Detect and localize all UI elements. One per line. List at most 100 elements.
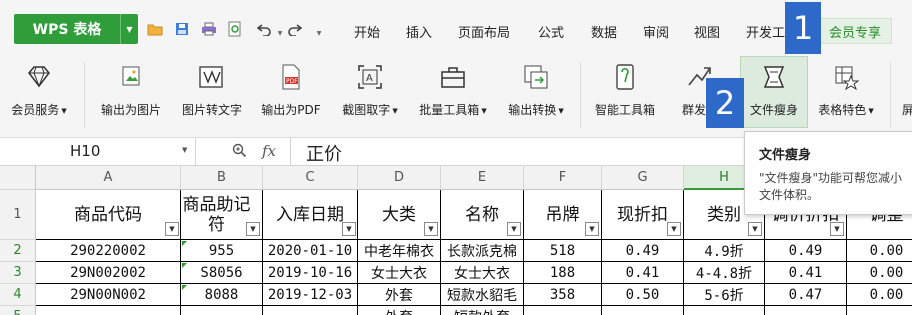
screen-button[interactable]: 屏: [896, 56, 912, 138]
name-box[interactable]: H10 ▼: [0, 138, 196, 165]
table-cell[interactable]: 4-4.8折: [684, 262, 765, 284]
row-header[interactable]: 1: [0, 190, 36, 240]
filter-dropdown-icon[interactable]: ▼: [585, 222, 599, 236]
table-cell[interactable]: 女士大衣: [358, 262, 441, 284]
table-cell[interactable]: 0.47: [765, 284, 847, 306]
fx-icon[interactable]: fx: [262, 142, 276, 160]
batch-toolbox-button[interactable]: 批量工具箱 ▼: [410, 56, 496, 138]
column-header-d[interactable]: D: [358, 166, 441, 190]
table-cell[interactable]: 外套: [358, 284, 441, 306]
open-folder-icon[interactable]: [146, 20, 164, 38]
export-image-button[interactable]: 输出为图片: [92, 56, 170, 138]
table-cell[interactable]: 0.00: [847, 240, 912, 262]
formula-input[interactable]: 正价: [306, 140, 342, 166]
table-cell[interactable]: 29N002002: [36, 262, 181, 284]
tab-home[interactable]: 开始: [354, 22, 380, 41]
table-cell[interactable]: 0.00: [847, 262, 912, 284]
screenshot-text-button[interactable]: A 截图取字 ▼: [332, 56, 408, 138]
table-cell[interactable]: [847, 306, 912, 315]
header-category: 大类: [382, 204, 416, 225]
tab-formulas[interactable]: 公式: [538, 22, 564, 41]
wps-app-menu-button[interactable]: WPS 表格 ▼: [14, 14, 138, 44]
table-cell[interactable]: 8088: [181, 284, 263, 306]
filter-dropdown-icon[interactable]: ▼: [165, 222, 179, 236]
row-header[interactable]: 3: [0, 262, 36, 284]
tab-data[interactable]: 数据: [591, 22, 617, 41]
table-cell[interactable]: 188: [524, 262, 602, 284]
export-pdf-button[interactable]: PDF 输出为PDF: [252, 56, 330, 138]
member-service-button[interactable]: 会员服务 ▼: [4, 56, 74, 138]
table-cell[interactable]: 4.9折: [684, 240, 765, 262]
table-cell[interactable]: 0.49: [765, 240, 847, 262]
table-cell[interactable]: [524, 306, 602, 315]
table-cell[interactable]: [36, 306, 181, 315]
table-cell[interactable]: 955: [181, 240, 263, 262]
tab-insert[interactable]: 插入: [406, 22, 432, 41]
tab-view[interactable]: 视图: [694, 22, 720, 41]
zoom-icon[interactable]: [232, 143, 247, 162]
table-cell[interactable]: 29N00N002: [36, 284, 181, 306]
file-slim-button[interactable]: 文件瘦身: [740, 56, 808, 138]
print-icon[interactable]: [200, 20, 218, 38]
header-cell[interactable]: 商品代码: [36, 190, 181, 240]
print-preview-icon[interactable]: [226, 20, 244, 38]
ribbon-divider: [84, 62, 85, 128]
filter-dropdown-icon[interactable]: ▼: [748, 222, 762, 236]
table-cell[interactable]: [263, 306, 358, 315]
table-cell[interactable]: 290220002: [36, 240, 181, 262]
output-convert-button[interactable]: 输出转换 ▼: [498, 56, 574, 138]
table-feature-button[interactable]: 表格特色 ▼: [808, 56, 884, 138]
table-cell[interactable]: 2019-10-16: [263, 262, 358, 284]
row-header[interactable]: 4: [0, 284, 36, 306]
table-cell[interactable]: 518: [524, 240, 602, 262]
more-icon[interactable]: ▼: [310, 24, 328, 42]
column-header-c[interactable]: C: [263, 166, 358, 190]
header-product-mnemonic: 商品助记符: [182, 194, 251, 235]
table-cell[interactable]: [765, 306, 847, 315]
table-cell[interactable]: 0.49: [602, 240, 684, 262]
chevron-down-icon[interactable]: ▼: [120, 14, 138, 44]
smart-toolbox-button[interactable]: 智能工具箱: [586, 56, 664, 138]
tab-member-exclusive[interactable]: 会员专享: [818, 18, 892, 44]
table-cell[interactable]: [684, 306, 765, 315]
filter-dropdown-icon[interactable]: ▼: [667, 222, 681, 236]
filter-dropdown-icon[interactable]: ▼: [246, 222, 260, 236]
column-header-f[interactable]: F: [524, 166, 602, 190]
table-cell[interactable]: 短款水貂毛: [441, 284, 524, 306]
header-stock-date: 入库日期: [276, 204, 344, 225]
row-header[interactable]: 2: [0, 240, 36, 262]
filter-dropdown-icon[interactable]: ▼: [342, 222, 356, 236]
save-icon[interactable]: [173, 20, 191, 38]
filter-dropdown-icon[interactable]: ▼: [424, 222, 438, 236]
column-header-e[interactable]: E: [441, 166, 524, 190]
table-cell[interactable]: 0.00: [847, 284, 912, 306]
column-header-g[interactable]: G: [602, 166, 684, 190]
table-cell[interactable]: S8056: [181, 262, 263, 284]
table-cell[interactable]: 5-6折: [684, 284, 765, 306]
column-header-b[interactable]: B: [181, 166, 263, 190]
table-cell[interactable]: 358: [524, 284, 602, 306]
table-cell[interactable]: [602, 306, 684, 315]
filter-dropdown-icon[interactable]: ▼: [830, 222, 844, 236]
row-header[interactable]: 5: [0, 306, 36, 315]
table-cell[interactable]: 0.50: [602, 284, 684, 306]
table-cell[interactable]: 女士大衣: [441, 262, 524, 284]
column-header-a[interactable]: A: [36, 166, 181, 190]
tab-developer[interactable]: 开发工: [746, 22, 785, 41]
table-cell[interactable]: 2020-01-10: [263, 240, 358, 262]
table-cell[interactable]: 长款派克棉: [441, 240, 524, 262]
table-cell[interactable]: 中老年棉衣: [358, 240, 441, 262]
select-all-corner[interactable]: [0, 166, 36, 190]
chevron-down-icon[interactable]: ▼: [182, 146, 187, 154]
filter-dropdown-icon[interactable]: ▼: [507, 222, 521, 236]
tab-page-layout[interactable]: 页面布局: [458, 22, 510, 41]
table-cell[interactable]: 外套: [358, 306, 441, 315]
table-cell[interactable]: 0.41: [765, 262, 847, 284]
table-cell[interactable]: 0.41: [602, 262, 684, 284]
table-cell[interactable]: 短款外套: [441, 306, 524, 315]
image-to-text-button[interactable]: 图片转文字: [172, 56, 252, 138]
redo-icon[interactable]: [285, 20, 303, 38]
tab-review[interactable]: 审阅: [643, 22, 669, 41]
table-cell[interactable]: [181, 306, 263, 315]
table-cell[interactable]: 2019-12-03: [263, 284, 358, 306]
